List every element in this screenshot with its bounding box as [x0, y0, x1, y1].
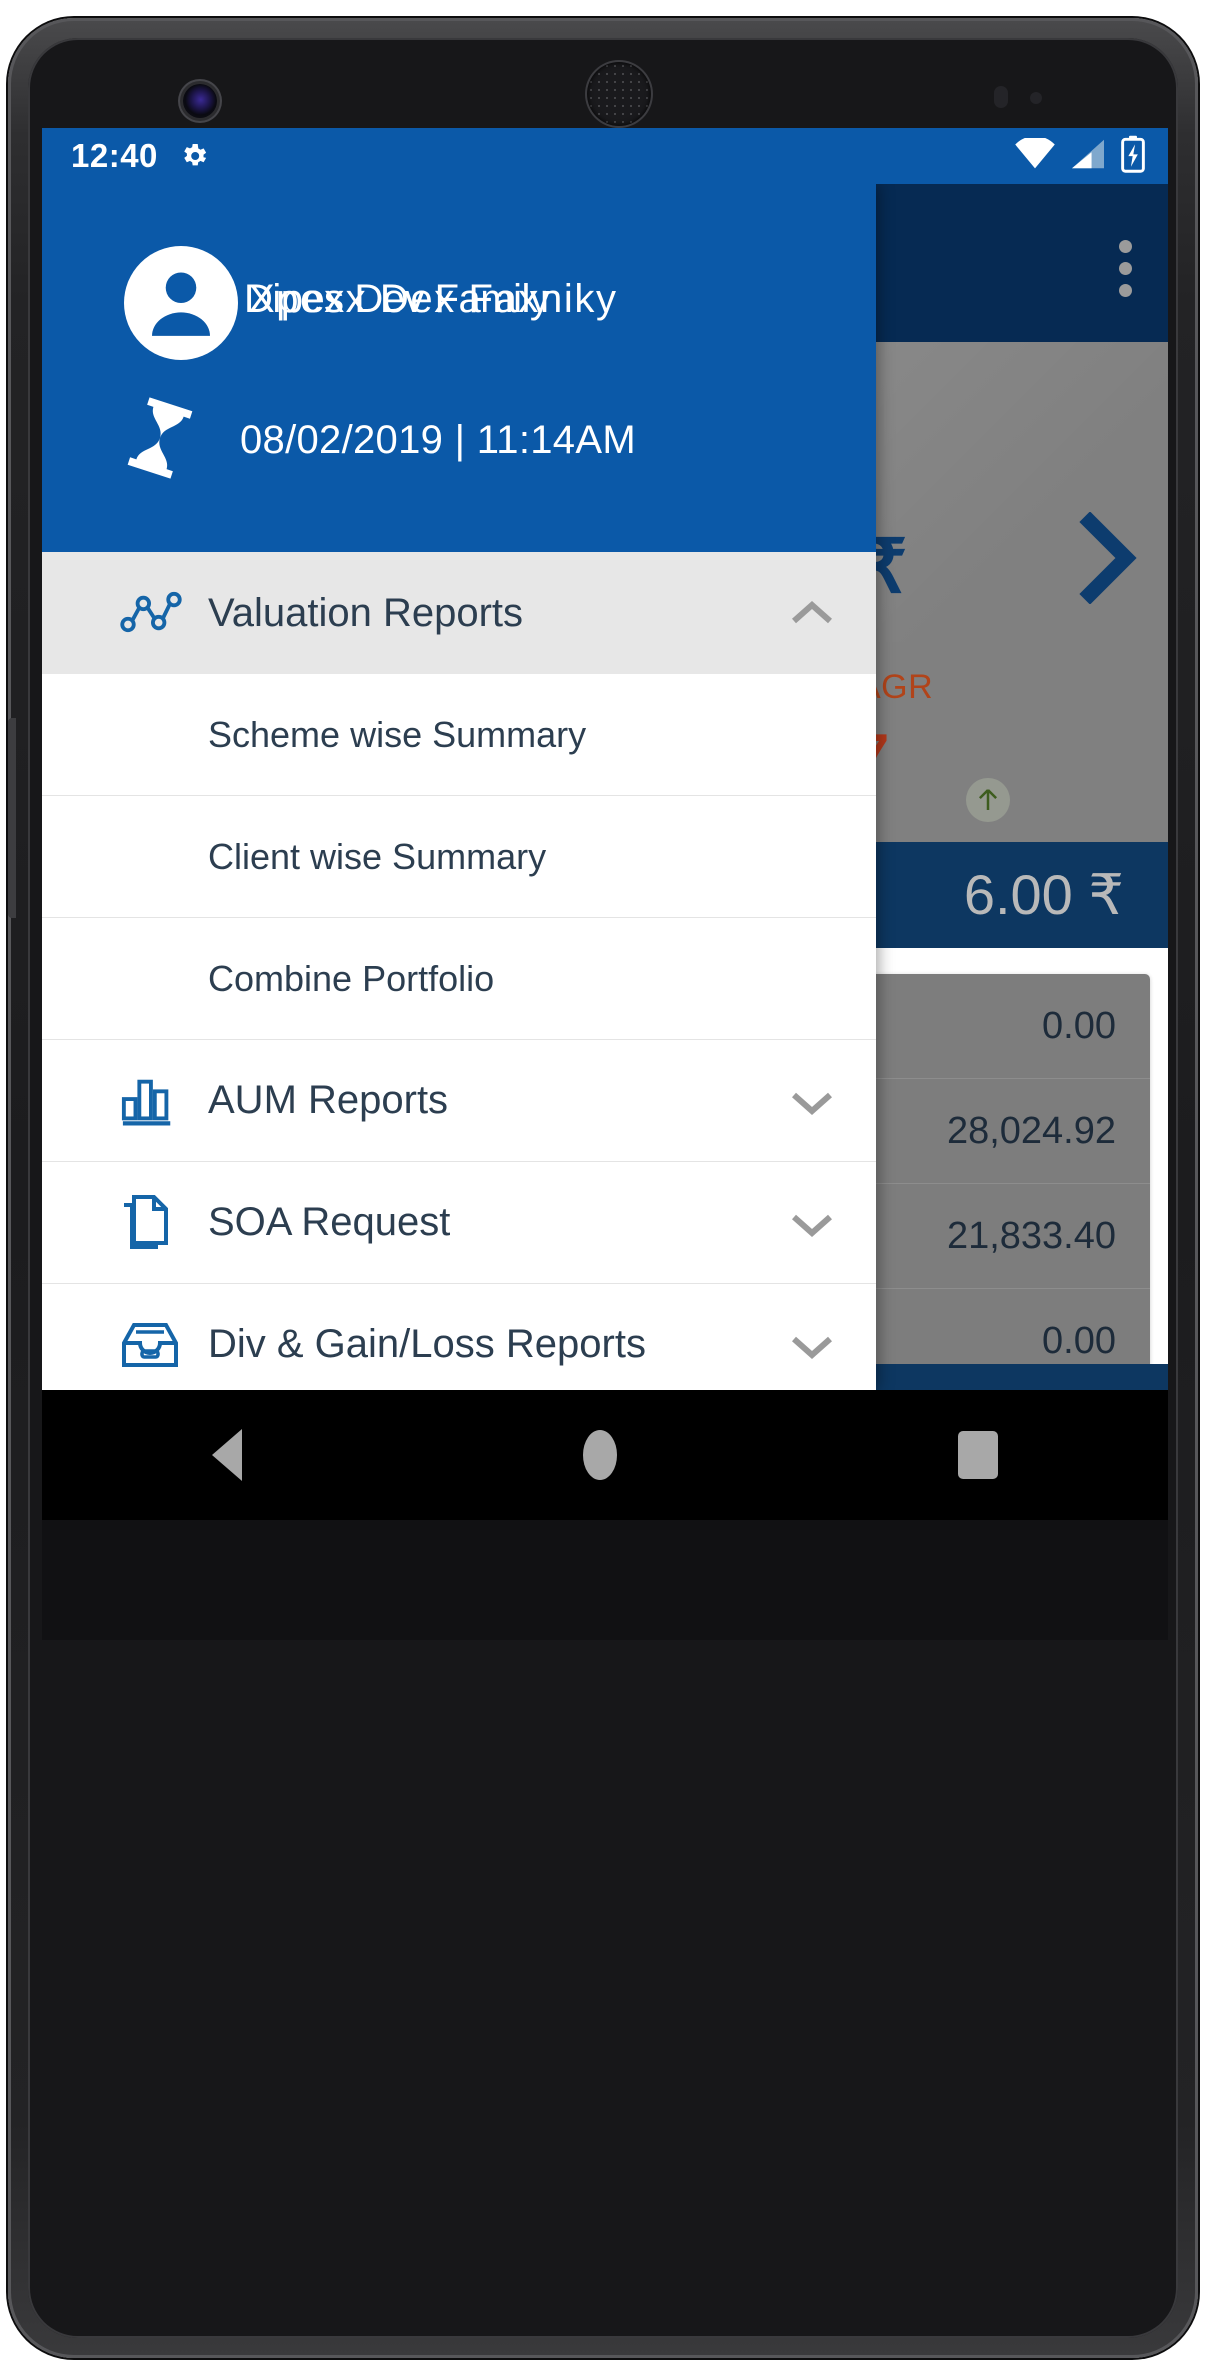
sidebar-subitem-combine-portfolio[interactable]: Combine Portfolio	[42, 918, 876, 1040]
cellular-signal-icon	[1070, 138, 1106, 175]
phone-bottom-chin	[42, 1520, 1168, 1640]
phone-screen: ₹ AGR 7 6.00 ₹ 0.00 28,024.92 21	[42, 128, 1168, 1390]
status-bar: 12:40	[42, 128, 1168, 184]
sidebar-item-label: Valuation Reports	[208, 590, 523, 635]
sidebar-item-aum-reports[interactable]: AUM Reports	[42, 1040, 876, 1162]
phone-top-bezel	[8, 18, 1198, 128]
proximity-sensor-icon	[994, 86, 1008, 108]
account-avatar-icon[interactable]	[124, 246, 238, 360]
line-chart-nodes-icon	[120, 590, 186, 636]
chevron-down-icon[interactable]	[790, 1208, 834, 1238]
sidebar-subitem-scheme-wise-summary[interactable]: Scheme wise Summary	[42, 674, 876, 796]
last-login-row: 08/02/2019 | 11:14AM	[124, 396, 636, 485]
drawer-username-layer-b: Xpesx Dex Faxniky	[248, 277, 618, 321]
nav-back-icon[interactable]	[212, 1429, 243, 1481]
chevron-down-icon[interactable]	[790, 1086, 834, 1116]
bar-chart-icon	[120, 1073, 186, 1129]
sidebar-item-label: AUM Reports	[208, 1078, 449, 1122]
drawer-username: Dipex Dev Family Xpesx Dex Faxniky	[238, 246, 858, 360]
battery-charging-icon	[1120, 135, 1146, 178]
phone-side-button[interactable]	[8, 718, 16, 918]
earpiece-speaker-icon	[587, 62, 651, 126]
chevron-down-icon[interactable]	[790, 1330, 834, 1360]
nav-recents-icon[interactable]	[957, 1431, 998, 1479]
light-sensor-icon	[1030, 92, 1042, 104]
sidebar-subitem-client-wise-summary[interactable]: Client wise Summary	[42, 796, 876, 918]
chevron-up-icon[interactable]	[790, 598, 834, 628]
last-login-text: 08/02/2019 | 11:14AM	[240, 418, 636, 462]
nav-home-icon[interactable]	[582, 1430, 617, 1480]
hourglass-icon	[124, 396, 196, 485]
documents-icon	[120, 1193, 186, 1253]
status-bar-clock: 12:40	[71, 137, 158, 174]
gear-icon[interactable]	[178, 140, 210, 172]
wifi-icon	[1014, 135, 1056, 175]
drawer-menu-list: Valuation Reports Scheme wise Summary Cl…	[42, 552, 876, 1390]
navigation-drawer: Dipex Dev Family Xpesx Dex Faxniky 08/02…	[42, 184, 876, 1390]
sidebar-item-soa-request[interactable]: SOA Request	[42, 1162, 876, 1284]
sidebar-item-div-gain-loss-reports[interactable]: Div & Gain/Loss Reports	[42, 1284, 876, 1390]
sidebar-item-label: SOA Request	[208, 1200, 451, 1244]
sidebar-item-valuation-reports[interactable]: Valuation Reports	[42, 552, 876, 674]
sidebar-item-label: Div & Gain/Loss Reports	[208, 1322, 646, 1366]
drawer-header: Dipex Dev Family Xpesx Dex Faxniky 08/02…	[42, 184, 876, 552]
status-bar-icons	[1014, 135, 1146, 178]
android-navigation-bar	[42, 1390, 1168, 1520]
inbox-tray-icon	[120, 1319, 186, 1371]
front-camera-icon	[183, 84, 217, 118]
